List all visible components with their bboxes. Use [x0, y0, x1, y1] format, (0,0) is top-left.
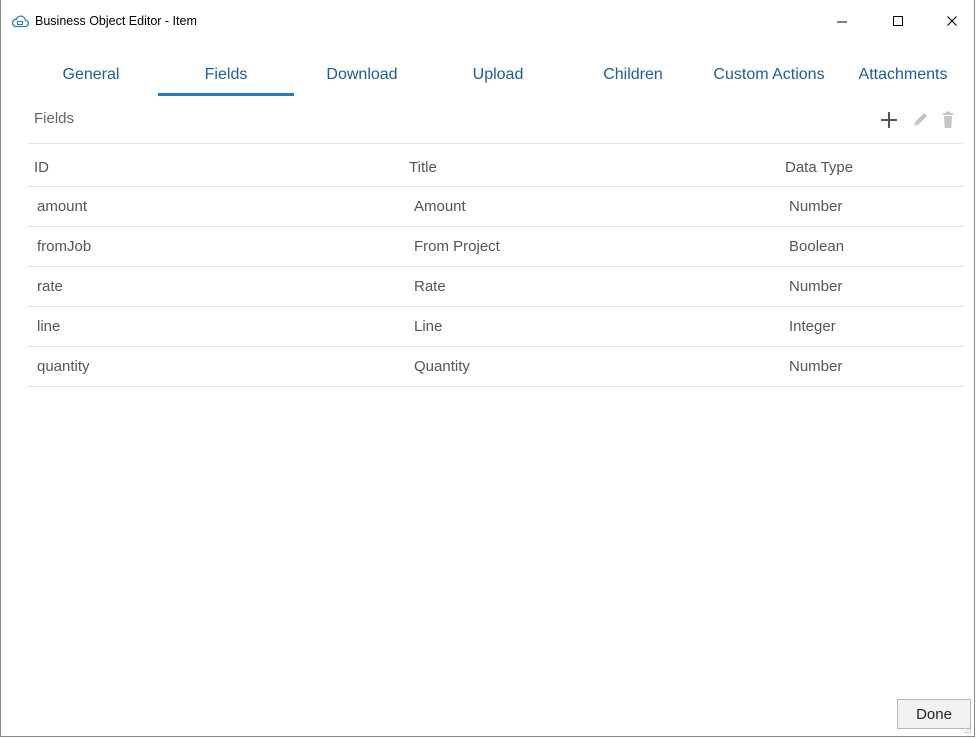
tab-fields[interactable]: Fields: [158, 58, 294, 96]
field-data-type: Number: [789, 358, 843, 375]
table-row[interactable]: quantity Quantity Number: [28, 347, 963, 387]
field-title: Line: [414, 318, 443, 335]
trash-icon: [943, 111, 953, 128]
field-id: fromJob: [37, 238, 92, 255]
title-bar[interactable]: Business Object Editor - Item: [1, 0, 974, 42]
maximize-button[interactable]: [875, 0, 921, 42]
minimize-button[interactable]: [819, 0, 865, 42]
field-title: Rate: [414, 278, 446, 295]
section-divider: [28, 143, 963, 144]
fields-section-title: Fields: [34, 110, 75, 127]
delete-field-button[interactable]: [938, 110, 958, 130]
field-id: rate: [37, 278, 63, 295]
table-row[interactable]: line Line Integer: [28, 307, 963, 347]
fields-table: ID Title Data Type amount Amount Number …: [28, 148, 963, 387]
field-data-type: Integer: [789, 318, 836, 335]
resize-grip-icon[interactable]: [964, 726, 972, 734]
tab-download[interactable]: Download: [313, 58, 411, 96]
field-title: Quantity: [414, 358, 470, 375]
table-header: ID Title Data Type: [28, 148, 963, 187]
field-data-type: Boolean: [789, 238, 845, 255]
tab-bar: General Fields Download Upload Children …: [1, 58, 974, 98]
tab-upload[interactable]: Upload: [456, 58, 540, 96]
field-title: From Project: [414, 238, 500, 255]
field-id: line: [37, 318, 61, 335]
tab-custom-actions[interactable]: Custom Actions: [701, 58, 837, 96]
field-id: quantity: [37, 358, 90, 375]
business-object-editor-window: Business Object Editor - Item General Fi…: [0, 0, 975, 737]
maximize-icon: [893, 16, 903, 26]
plus-icon: [881, 112, 897, 128]
field-id: amount: [37, 198, 88, 215]
column-header-data-type[interactable]: Data Type: [785, 159, 853, 176]
pencil-icon: [914, 113, 927, 126]
add-field-button[interactable]: [879, 110, 899, 130]
column-header-title[interactable]: Title: [409, 159, 437, 176]
done-button[interactable]: Done: [897, 699, 971, 729]
edit-field-button[interactable]: [910, 110, 930, 130]
column-header-id[interactable]: ID: [34, 159, 49, 176]
field-data-type: Number: [789, 198, 843, 215]
close-button[interactable]: [929, 0, 975, 42]
table-row[interactable]: fromJob From Project Boolean: [28, 227, 963, 267]
minimize-icon: [837, 21, 847, 23]
cloud-icon: [12, 15, 29, 28]
tab-children[interactable]: Children: [589, 58, 677, 96]
window-title: Business Object Editor - Item: [35, 14, 197, 28]
field-title: Amount: [414, 198, 466, 215]
field-data-type: Number: [789, 278, 843, 295]
close-icon: [947, 16, 957, 26]
tab-general[interactable]: General: [51, 58, 131, 96]
tab-attachments[interactable]: Attachments: [849, 58, 957, 96]
table-row[interactable]: rate Rate Number: [28, 267, 963, 307]
table-row[interactable]: amount Amount Number: [28, 187, 963, 227]
